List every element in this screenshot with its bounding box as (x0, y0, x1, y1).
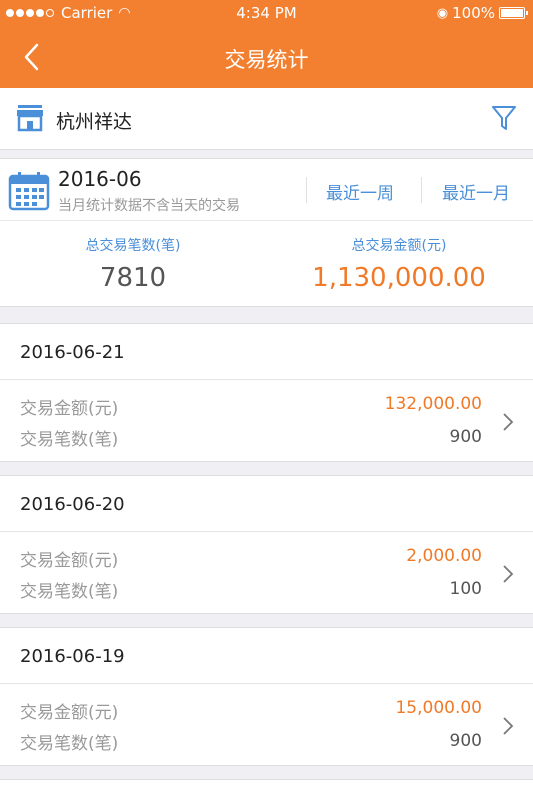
amount-value: 132,000.00 (384, 394, 482, 414)
chevron-right-icon[interactable] (501, 412, 515, 432)
total-amount-value: 1,130,000.00 (312, 263, 486, 293)
total-amount-label: 总交易金额(元) (351, 238, 447, 254)
total-amount: 总交易金额(元) 1,130,000.00 (266, 235, 532, 293)
count-label: 交易笔数(笔) (20, 582, 119, 602)
summary-card: 2016-06 当月统计数据不含当天的交易 最近一周 最近一月 总交易笔数(笔)… (0, 158, 533, 307)
calendar-icon[interactable] (8, 171, 50, 211)
day-date: 2016-06-20 (20, 494, 125, 515)
amount-label: 交易金额(元) (20, 399, 119, 419)
divider (0, 683, 533, 684)
shop-bar: 杭州祥达 (0, 88, 533, 150)
selected-month[interactable]: 2016-06 (58, 167, 142, 191)
totals-row: 总交易笔数(笔) 7810 总交易金额(元) 1,130,000.00 (0, 221, 533, 307)
recent-month-button[interactable]: 最近一月 (442, 179, 510, 204)
battery-percent: 100% (452, 4, 495, 22)
status-right: ◉ 100% (436, 4, 528, 22)
day-card-partial[interactable] (0, 779, 533, 800)
chevron-right-icon[interactable] (501, 716, 515, 736)
count-label: 交易笔数(笔) (20, 430, 119, 450)
day-date: 2016-06-21 (20, 342, 125, 363)
month-note: 当月统计数据不含当天的交易 (58, 198, 240, 214)
count-label: 交易笔数(笔) (20, 734, 119, 754)
rotation-lock-icon: ◉ (436, 5, 449, 21)
total-count: 总交易笔数(笔) 7810 (0, 235, 266, 293)
divider (421, 177, 422, 203)
count-value: 100 (449, 579, 482, 599)
status-bar: Carrier ◠ 4:34 PM ◉ 100% (0, 0, 533, 26)
divider (0, 531, 533, 532)
shop-name: 杭州祥达 (56, 111, 133, 133)
day-card[interactable]: 2016-06-19 交易金额(元) 交易笔数(笔) 15,000.00 900 (0, 627, 533, 766)
month-row: 2016-06 当月统计数据不含当天的交易 最近一周 最近一月 (0, 159, 533, 221)
funnel-filter-icon[interactable] (491, 104, 517, 132)
day-card[interactable]: 2016-06-21 交易金额(元) 交易笔数(笔) 132,000.00 90… (0, 323, 533, 462)
page-title: 交易统计 (224, 48, 309, 72)
total-count-label: 总交易笔数(笔) (85, 238, 181, 254)
battery-icon (499, 7, 528, 19)
total-count-value: 7810 (99, 263, 167, 293)
amount-label: 交易金额(元) (20, 551, 119, 571)
amount-label: 交易金额(元) (20, 703, 119, 723)
recent-week-button[interactable]: 最近一周 (326, 179, 394, 204)
divider (306, 177, 307, 203)
store-icon (17, 105, 43, 132)
divider (0, 379, 533, 380)
day-date: 2016-06-19 (20, 646, 125, 667)
chevron-right-icon[interactable] (501, 564, 515, 584)
count-value: 900 (449, 427, 482, 447)
nav-bar: 交易统计 (0, 26, 533, 88)
amount-value: 15,000.00 (395, 698, 482, 718)
day-card[interactable]: 2016-06-20 交易金额(元) 交易笔数(笔) 2,000.00 100 (0, 475, 533, 614)
count-value: 900 (449, 731, 482, 751)
amount-value: 2,000.00 (406, 546, 482, 566)
